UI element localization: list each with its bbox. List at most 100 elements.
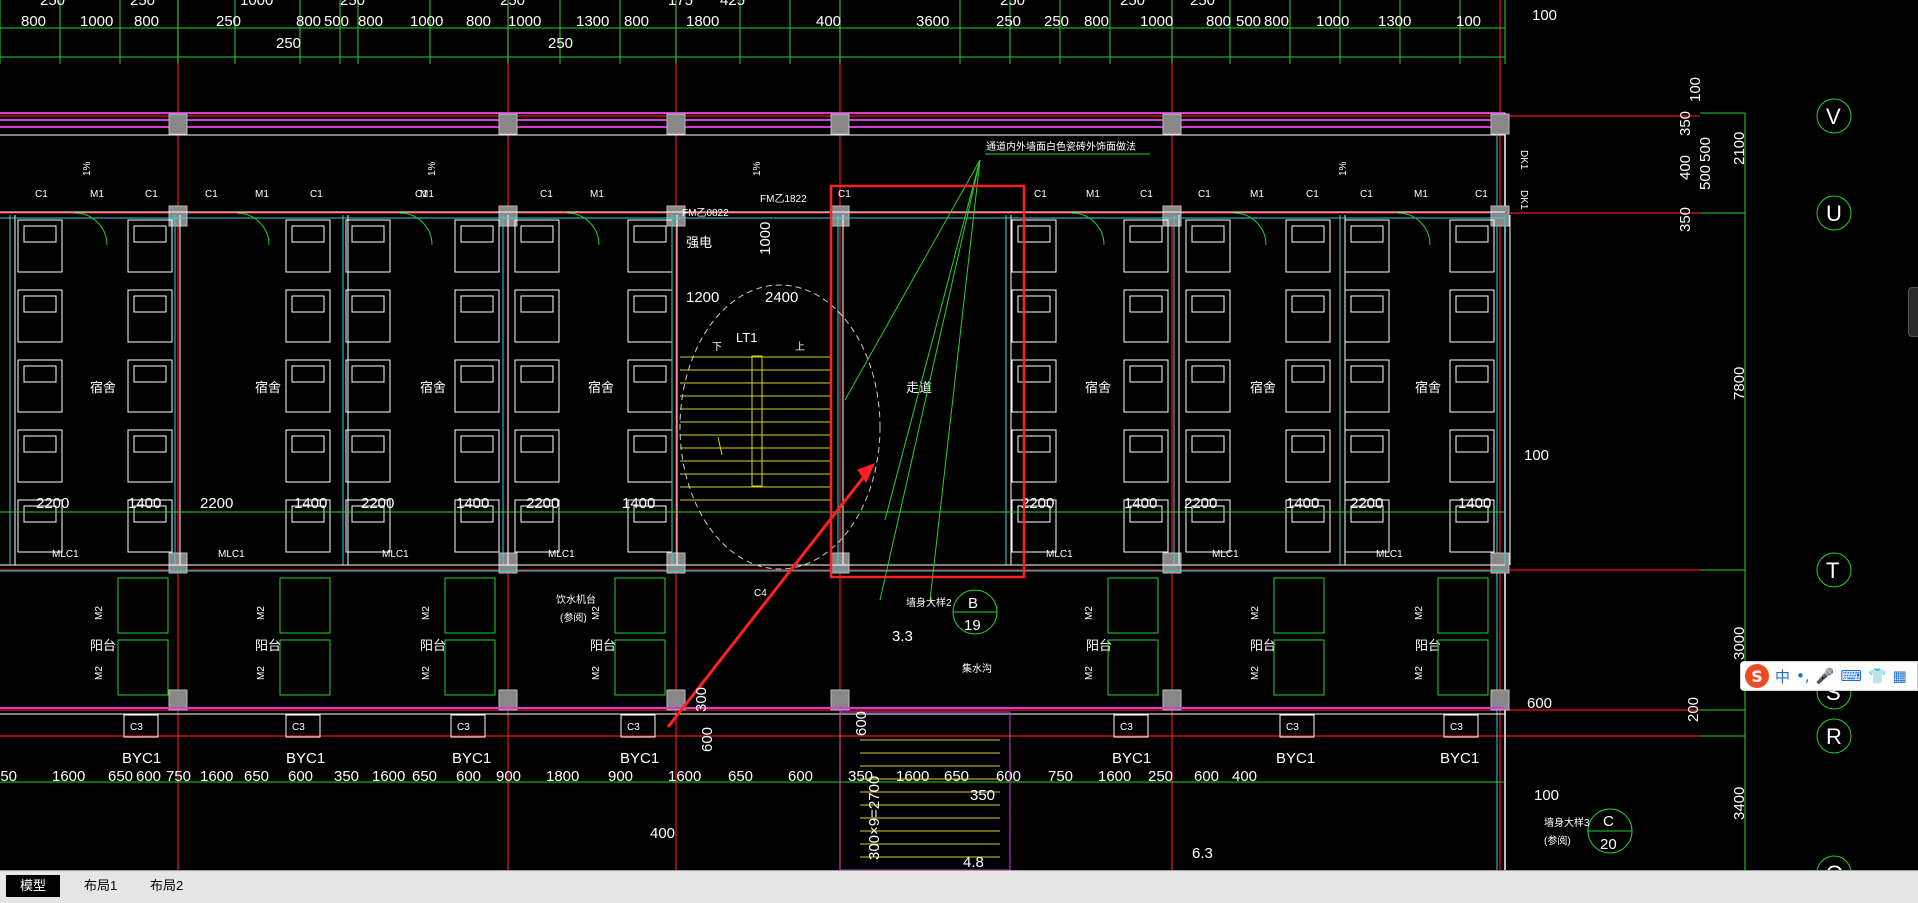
room-label-balcony: 阳台 <box>590 638 616 653</box>
cad-model-viewport[interactable]: 800 1000 800 250 800 500 800 1000 800 1000 1300 800… <box>0 0 1918 870</box>
dimension-value: 1000 <box>240 0 273 9</box>
door-label: M2 <box>1414 606 1425 620</box>
bed <box>17 289 63 343</box>
window-label: BYC1 <box>452 750 491 767</box>
bed <box>627 289 673 343</box>
window-label: MLC1 <box>548 549 575 560</box>
dimension-value: 1000 <box>508 13 541 30</box>
menu-grid-icon[interactable]: ▦ <box>1893 667 1907 685</box>
dimension-value: 1300 <box>1378 13 1411 30</box>
floor-plan-drawing[interactable]: 800 1000 800 250 800 500 800 1000 800 1000 1300 800… <box>0 0 1918 870</box>
tab-layout-2[interactable]: 布局2 <box>136 875 197 897</box>
pillow <box>133 365 167 383</box>
ime-toolbar[interactable]: S 中 •, 🎤 ⌨ 👕 ▦ <box>1740 661 1918 691</box>
dimension-value: 800 <box>21 13 46 30</box>
dimension-value: 100 <box>1524 447 1549 464</box>
bed <box>1185 359 1231 413</box>
skin-icon[interactable]: 👕 <box>1868 667 1887 685</box>
dimension-value: 2200 <box>1350 495 1383 512</box>
dimension-value: 250 <box>276 35 301 52</box>
door-label: M1 <box>255 189 269 200</box>
bathroom-unit <box>614 639 666 696</box>
dimension-value: 1400 <box>1286 495 1319 512</box>
leader-line <box>929 159 981 601</box>
door-label: M2 <box>591 666 602 680</box>
pillow <box>351 295 385 313</box>
pillow <box>460 365 494 383</box>
door-label: M2 <box>256 666 267 680</box>
structural-column <box>666 552 686 574</box>
dimension-value: 1600 <box>52 768 85 785</box>
stair-clearance <box>679 284 881 570</box>
dk1-label: DK1 <box>1518 190 1529 210</box>
dimension-value: 600 <box>699 727 716 752</box>
room-label-dorm: 宿舍 <box>90 380 116 395</box>
window-label: MLC1 <box>382 549 409 560</box>
structural-column <box>1162 552 1182 574</box>
door-label: M2 <box>1084 606 1095 620</box>
door-label: M2 <box>1250 606 1261 620</box>
side-panel-handle[interactable] <box>1908 287 1918 337</box>
dimension-value: 250 <box>500 0 525 9</box>
window-label: C3 <box>130 722 143 733</box>
pillow <box>23 225 57 243</box>
door-label: M2 <box>94 666 105 680</box>
dimension-value: 500 <box>1236 13 1261 30</box>
window-label: BYC1 <box>286 750 325 767</box>
annotation-text: (参阅) <box>560 611 587 624</box>
bathroom-unit <box>1273 639 1325 696</box>
dimension-value: 800 <box>296 13 321 30</box>
dimension-value: 2200 <box>36 495 69 512</box>
dimension-value: 600 <box>288 768 313 785</box>
pillow <box>1129 435 1163 453</box>
window-label: BYC1 <box>1276 750 1315 767</box>
bed <box>127 359 173 413</box>
keyboard-icon[interactable]: ⌨ <box>1840 667 1862 685</box>
bed <box>285 429 331 483</box>
window-label: C1 <box>540 189 553 200</box>
dimension-value: 300×9=2700 <box>866 776 883 860</box>
sogou-logo-icon[interactable]: S <box>1745 664 1769 688</box>
bathroom-unit <box>1273 577 1325 634</box>
slope-mark: 1% <box>1338 161 1349 176</box>
window-label: C1 <box>1198 189 1211 200</box>
dimension-value: 100 <box>1456 13 1481 30</box>
structural-column <box>1490 552 1510 574</box>
pillow <box>1455 295 1489 313</box>
door-label: M1 <box>420 189 434 200</box>
room-label-power: 强电 <box>686 235 712 250</box>
structural-column <box>830 552 850 574</box>
dimension-value: 1000 <box>1140 13 1173 30</box>
bed <box>17 429 63 483</box>
window-label: C3 <box>292 722 305 733</box>
dimension-value: 300 <box>693 687 710 712</box>
dimension-value: 425 <box>720 0 745 9</box>
dimension-value: 800 <box>134 13 159 30</box>
tab-model[interactable]: 模型 <box>6 875 61 897</box>
dimension-value: 250 <box>1190 0 1215 9</box>
room-label-balcony: 阳台 <box>420 638 446 653</box>
dimension-value: 400 <box>816 13 841 30</box>
bed <box>1449 219 1495 273</box>
bed <box>1344 219 1390 273</box>
punctuation-icon[interactable]: •, <box>1796 667 1810 685</box>
bed <box>17 219 63 273</box>
dimension-value: 3600 <box>916 13 949 30</box>
dimension-value: 1400 <box>1124 495 1157 512</box>
window-label: MLC1 <box>1212 549 1239 560</box>
window-label: MLC1 <box>218 549 245 560</box>
microphone-icon[interactable]: 🎤 <box>1816 667 1835 685</box>
pillow <box>1455 365 1489 383</box>
dimension-value: 1600 <box>1098 768 1131 785</box>
detail-reference-subtitle: (参阅) <box>1544 834 1571 847</box>
language-mode[interactable]: 中 <box>1775 666 1790 687</box>
tab-layout-1[interactable]: 布局1 <box>70 875 131 897</box>
pillow <box>520 295 554 313</box>
leader-line <box>884 159 981 521</box>
dimension-value: 1600 <box>372 768 405 785</box>
bed <box>127 219 173 273</box>
pillow <box>23 295 57 313</box>
room-label-dorm: 宿舍 <box>420 380 446 395</box>
bed <box>1011 359 1057 413</box>
dimension-value: 1800 <box>546 768 579 785</box>
